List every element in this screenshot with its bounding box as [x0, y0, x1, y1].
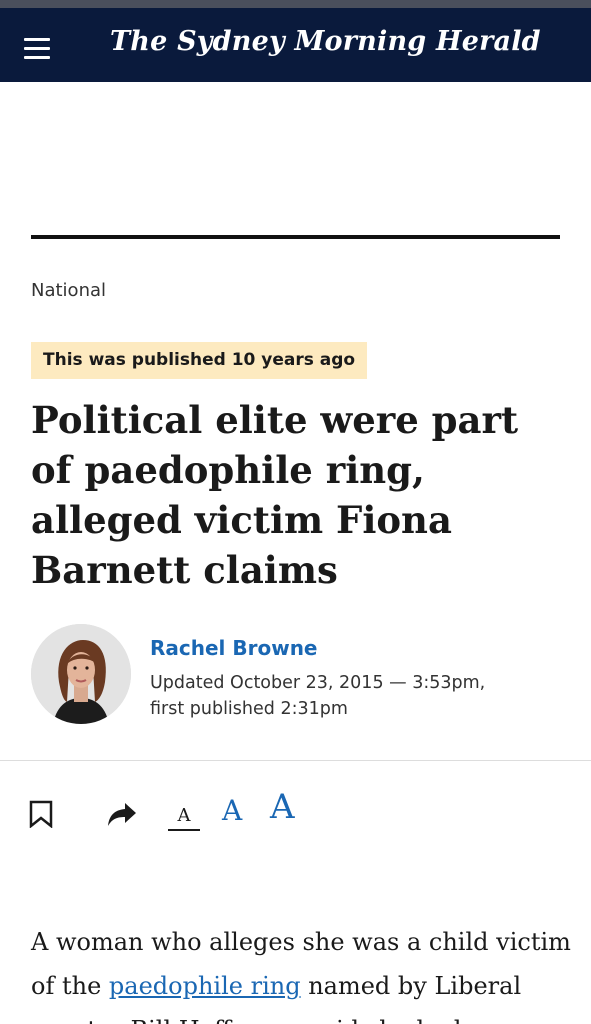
hamburger-menu-icon[interactable]	[24, 38, 50, 60]
font-size-small-button[interactable]: A	[168, 800, 200, 831]
paedophile-ring-link[interactable]: paedophile ring	[109, 972, 301, 1000]
article-body-paragraph: A woman who alleges she was a child vict…	[31, 920, 571, 1024]
top-navigation-bar: The Sydney Morning Herald	[0, 0, 591, 82]
font-size-medium-button[interactable]: A	[222, 794, 242, 827]
divider	[0, 760, 591, 761]
masthead-logo[interactable]: The Sydney Morning Herald	[110, 26, 541, 66]
bookmark-icon[interactable]	[29, 800, 53, 829]
published-age-badge: This was published 10 years ago	[31, 342, 368, 379]
publish-timestamp: Updated October 23, 2015 — 3:53pm, first…	[150, 670, 570, 722]
font-size-large-button[interactable]: A	[270, 787, 295, 827]
author-avatar[interactable]	[31, 624, 131, 724]
share-icon[interactable]	[107, 800, 137, 828]
section-rule	[31, 235, 560, 239]
first-published-line: first published 2:31pm	[150, 699, 348, 719]
author-name-link[interactable]: Rachel Browne	[150, 636, 318, 660]
updated-line: Updated October 23, 2015 — 3:53pm,	[150, 673, 486, 693]
section-label[interactable]: National	[31, 280, 106, 301]
article-headline: Political elite were part of paedophile …	[31, 398, 519, 592]
